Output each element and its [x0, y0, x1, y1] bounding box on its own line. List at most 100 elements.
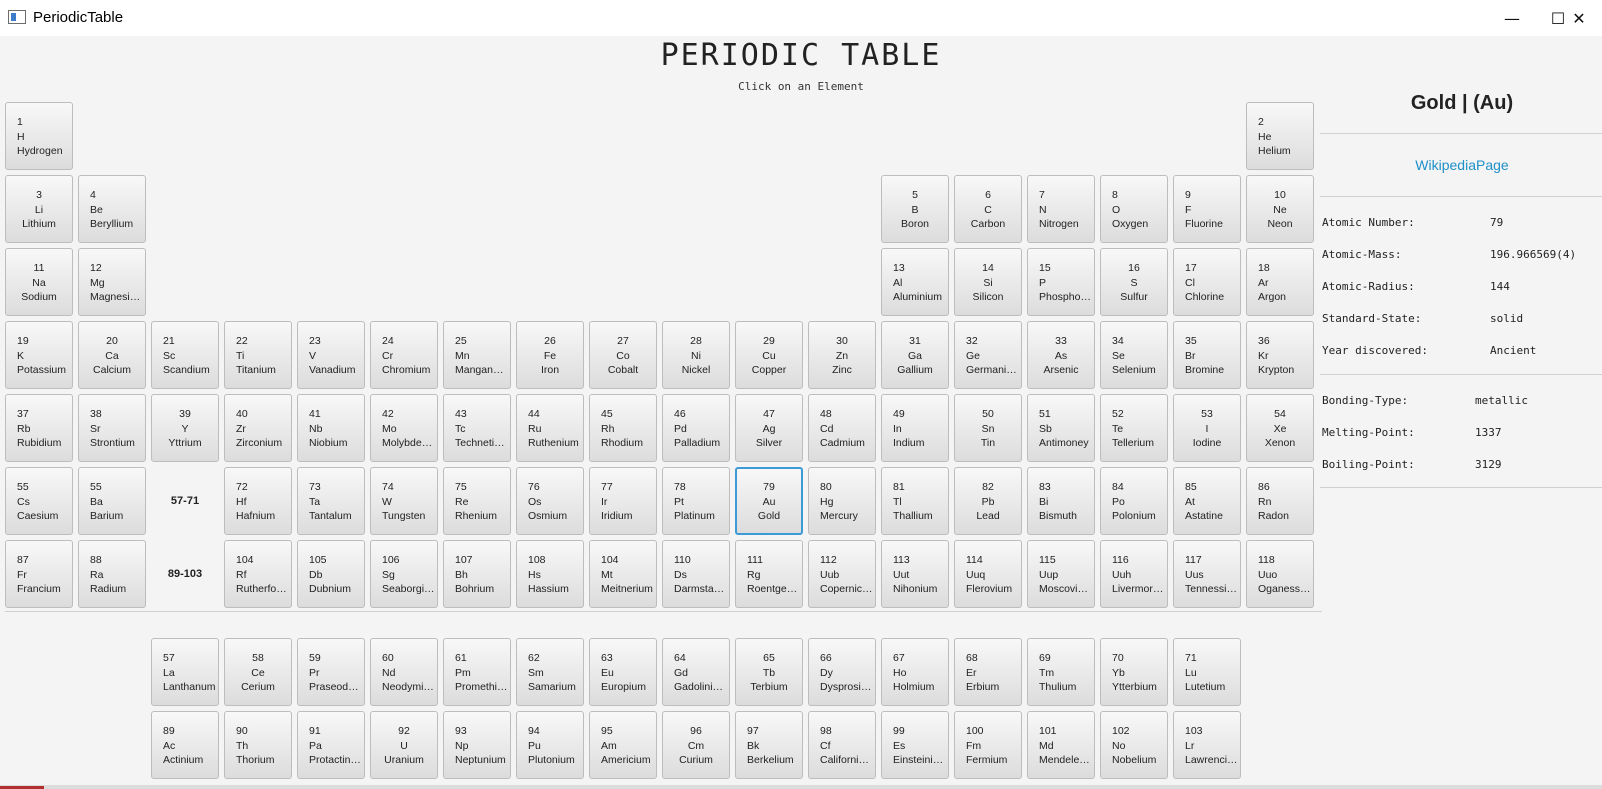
element-button[interactable]: 79 Au Gold: [735, 467, 803, 535]
element-button[interactable]: 7 N Nitrogen: [1027, 175, 1095, 243]
element-button[interactable]: 6 C Carbon: [954, 175, 1022, 243]
element-button[interactable]: 87 Fr Francium: [5, 540, 73, 608]
element-button[interactable]: 49 In Indium: [881, 394, 949, 462]
element-button[interactable]: 91 Pa Protactin…: [297, 711, 365, 779]
element-button[interactable]: 82 Pb Lead: [954, 467, 1022, 535]
element-button[interactable]: 52 Te Tellerium: [1100, 394, 1168, 462]
element-button[interactable]: 113 Uut Nihonium: [881, 540, 949, 608]
element-button[interactable]: 94 Pu Plutonium: [516, 711, 584, 779]
element-button[interactable]: 83 Bi Bismuth: [1027, 467, 1095, 535]
element-button[interactable]: 77 Ir Iridium: [589, 467, 657, 535]
element-button[interactable]: 92 U Uranium: [370, 711, 438, 779]
element-button[interactable]: 20 Ca Calcium: [78, 321, 146, 389]
element-button[interactable]: 96 Cm Curium: [662, 711, 730, 779]
element-button[interactable]: 32 Ge Germanium: [954, 321, 1022, 389]
element-button[interactable]: 50 Sn Tin: [954, 394, 1022, 462]
element-button[interactable]: 37 Rb Rubidium: [5, 394, 73, 462]
element-button[interactable]: 34 Se Selenium: [1100, 321, 1168, 389]
element-button[interactable]: 40 Zr Zirconium: [224, 394, 292, 462]
element-button[interactable]: 104 Mt Meitnerium: [589, 540, 657, 608]
element-button[interactable]: 67 Ho Holmium: [881, 638, 949, 706]
element-button[interactable]: 97 Bk Berkelium: [735, 711, 803, 779]
element-button[interactable]: 103 Lr Lawrenci…: [1173, 711, 1241, 779]
element-button[interactable]: 114 Uuq Flerovium: [954, 540, 1022, 608]
element-button[interactable]: 14 Si Silicon: [954, 248, 1022, 316]
close-button[interactable]: ✕: [1556, 0, 1602, 36]
element-button[interactable]: 78 Pt Platinum: [662, 467, 730, 535]
element-button[interactable]: 45 Rh Rhodium: [589, 394, 657, 462]
element-button[interactable]: 46 Pd Palladium: [662, 394, 730, 462]
element-button[interactable]: 2 He Helium: [1246, 102, 1314, 170]
element-button[interactable]: 25 Mn Manganese: [443, 321, 511, 389]
element-button[interactable]: 86 Rn Radon: [1246, 467, 1314, 535]
element-button[interactable]: 76 Os Osmium: [516, 467, 584, 535]
element-button[interactable]: 66 Dy Dysprosium: [808, 638, 876, 706]
element-button[interactable]: 116 Uuh Livermori…: [1100, 540, 1168, 608]
element-button[interactable]: 73 Ta Tantalum: [297, 467, 365, 535]
element-button[interactable]: 3 Li Lithium: [5, 175, 73, 243]
element-button[interactable]: 19 K Potassium: [5, 321, 73, 389]
element-button[interactable]: 95 Am Americium: [589, 711, 657, 779]
element-button[interactable]: 90 Th Thorium: [224, 711, 292, 779]
element-button[interactable]: 43 Tc Technetium: [443, 394, 511, 462]
element-button[interactable]: 17 Cl Chlorine: [1173, 248, 1241, 316]
element-button[interactable]: 12 Mg Magnesium: [78, 248, 146, 316]
element-button[interactable]: 59 Pr Praseody…: [297, 638, 365, 706]
element-button[interactable]: 101 Md Mendele…: [1027, 711, 1095, 779]
element-button[interactable]: 115 Uup Moscovium: [1027, 540, 1095, 608]
element-button[interactable]: 39 Y Yttrium: [151, 394, 219, 462]
element-button[interactable]: 30 Zn Zinc: [808, 321, 876, 389]
element-button[interactable]: 55 Ba Barium: [78, 467, 146, 535]
element-button[interactable]: 33 As Arsenic: [1027, 321, 1095, 389]
element-button[interactable]: 69 Tm Thulium: [1027, 638, 1095, 706]
element-button[interactable]: 89 Ac Actinium: [151, 711, 219, 779]
element-button[interactable]: 107 Bh Bohrium: [443, 540, 511, 608]
element-button[interactable]: 64 Gd Gadolinium: [662, 638, 730, 706]
element-button[interactable]: 84 Po Polonium: [1100, 467, 1168, 535]
element-button[interactable]: 88 Ra Radium: [78, 540, 146, 608]
element-button[interactable]: 16 S Sulfur: [1100, 248, 1168, 316]
element-button[interactable]: 72 Hf Hafnium: [224, 467, 292, 535]
element-button[interactable]: 22 Ti Titanium: [224, 321, 292, 389]
element-button[interactable]: 53 I Iodine: [1173, 394, 1241, 462]
element-button[interactable]: 104 Rf Rutherfor…: [224, 540, 292, 608]
element-button[interactable]: 36 Kr Krypton: [1246, 321, 1314, 389]
element-button[interactable]: 58 Ce Cerium: [224, 638, 292, 706]
element-button[interactable]: 44 Ru Ruthenium: [516, 394, 584, 462]
element-button[interactable]: 108 Hs Hassium: [516, 540, 584, 608]
element-button[interactable]: 105 Db Dubnium: [297, 540, 365, 608]
element-button[interactable]: 27 Co Cobalt: [589, 321, 657, 389]
element-button[interactable]: 85 At Astatine: [1173, 467, 1241, 535]
element-button[interactable]: 74 W Tungsten: [370, 467, 438, 535]
element-button[interactable]: 5 B Boron: [881, 175, 949, 243]
element-button[interactable]: 1 H Hydrogen: [5, 102, 73, 170]
element-button[interactable]: 75 Re Rhenium: [443, 467, 511, 535]
element-button[interactable]: 61 Pm Promethi…: [443, 638, 511, 706]
element-button[interactable]: 24 Cr Chromium: [370, 321, 438, 389]
element-button[interactable]: 118 Uuo Oganesson: [1246, 540, 1314, 608]
element-button[interactable]: 21 Sc Scandium: [151, 321, 219, 389]
element-button[interactable]: 15 P Phosphorus: [1027, 248, 1095, 316]
element-button[interactable]: 112 Uub Copernici…: [808, 540, 876, 608]
element-button[interactable]: 11 Na Sodium: [5, 248, 73, 316]
element-button[interactable]: 4 Be Beryllium: [78, 175, 146, 243]
element-button[interactable]: 29 Cu Copper: [735, 321, 803, 389]
element-button[interactable]: 102 No Nobelium: [1100, 711, 1168, 779]
element-button[interactable]: 57 La Lanthanum: [151, 638, 219, 706]
element-button[interactable]: 13 Al Aluminium: [881, 248, 949, 316]
element-button[interactable]: 99 Es Einsteinium: [881, 711, 949, 779]
element-button[interactable]: 38 Sr Strontium: [78, 394, 146, 462]
element-button[interactable]: 51 Sb Antimoney: [1027, 394, 1095, 462]
element-button[interactable]: 63 Eu Europium: [589, 638, 657, 706]
element-button[interactable]: 41 Nb Niobium: [297, 394, 365, 462]
element-button[interactable]: 111 Rg Roentgen…: [735, 540, 803, 608]
element-button[interactable]: 23 V Vanadium: [297, 321, 365, 389]
element-button[interactable]: 93 Np Neptunium: [443, 711, 511, 779]
element-button[interactable]: 55 Cs Caesium: [5, 467, 73, 535]
element-button[interactable]: 8 O Oxygen: [1100, 175, 1168, 243]
element-button[interactable]: 48 Cd Cadmium: [808, 394, 876, 462]
minimize-button[interactable]: —: [1489, 0, 1535, 36]
wikipedia-link[interactable]: WikipediaPage: [1322, 157, 1602, 173]
element-button[interactable]: 110 Ds Darmstad…: [662, 540, 730, 608]
element-button[interactable]: 80 Hg Mercury: [808, 467, 876, 535]
